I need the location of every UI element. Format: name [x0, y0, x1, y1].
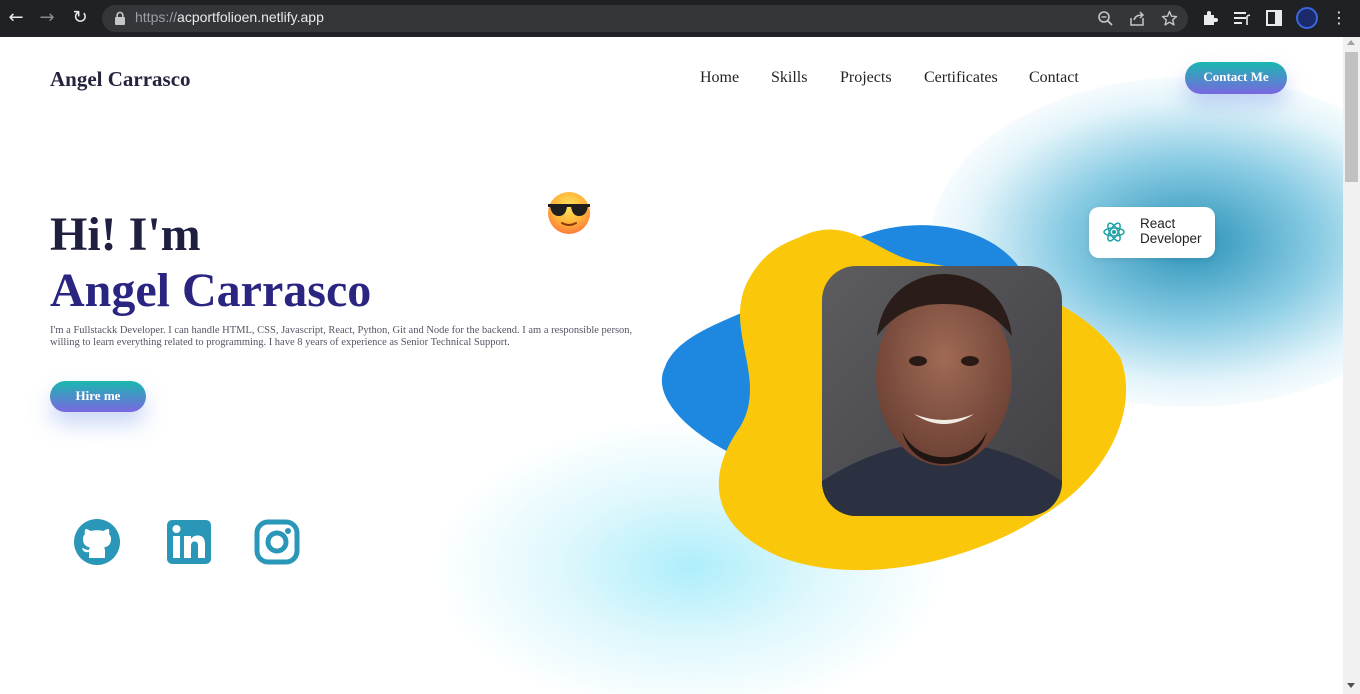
portfolio-page: Angel Carrasco Home Skills Projects Cert…: [0, 37, 1343, 694]
nav-certificates[interactable]: Certificates: [924, 69, 998, 87]
badge-line-2: Developer: [1140, 231, 1202, 246]
github-icon[interactable]: [73, 518, 121, 566]
bookmark-star-icon[interactable]: [1161, 10, 1178, 27]
forward-icon[interactable]: →: [37, 8, 57, 28]
linkedin-icon[interactable]: [165, 518, 213, 566]
nav-skills[interactable]: Skills: [771, 69, 807, 87]
side-panel-icon[interactable]: [1265, 9, 1283, 27]
reload-icon[interactable]: ↻: [70, 8, 90, 28]
browser-toolbar: ← → ↻ https://acportfolioen.netlify.app: [0, 0, 1360, 37]
browser-menu-icon[interactable]: ⋮: [1331, 8, 1347, 28]
nav-projects[interactable]: Projects: [840, 69, 892, 87]
hero-name: Angel Carrasco: [50, 264, 372, 317]
lock-icon: [115, 11, 125, 25]
scroll-down-arrow-icon[interactable]: [1347, 683, 1355, 688]
hire-me-button[interactable]: Hire me: [50, 381, 146, 412]
sunglasses-emoji-icon: [548, 192, 590, 234]
reading-list-icon[interactable]: [1233, 9, 1251, 27]
instagram-icon[interactable]: [253, 518, 301, 566]
scrollbar-thumb[interactable]: [1345, 52, 1358, 182]
share-icon[interactable]: [1129, 10, 1146, 27]
nav-contact[interactable]: Contact: [1029, 69, 1079, 87]
back-icon[interactable]: ←: [6, 8, 26, 28]
nav-home[interactable]: Home: [700, 69, 739, 87]
badge-line-1: React: [1140, 216, 1176, 231]
profile-avatar-icon[interactable]: [1296, 7, 1318, 29]
scroll-up-arrow-icon[interactable]: [1347, 40, 1355, 45]
profile-photo: [822, 266, 1062, 516]
hero-description: I'm a Fullstackk Developer. I can handle…: [50, 325, 633, 348]
contact-me-button[interactable]: Contact Me: [1185, 62, 1287, 94]
url-text[interactable]: https://acportfolioen.netlify.app: [135, 9, 324, 25]
address-bar[interactable]: https://acportfolioen.netlify.app: [102, 5, 1188, 32]
brand-logo[interactable]: Angel Carrasco: [50, 67, 191, 92]
react-developer-badge: React Developer: [1089, 207, 1215, 258]
react-icon: [1103, 222, 1125, 242]
extensions-icon[interactable]: [1201, 9, 1219, 27]
zoom-icon[interactable]: [1097, 10, 1114, 27]
hero-greeting: Hi! I'm: [50, 208, 201, 261]
